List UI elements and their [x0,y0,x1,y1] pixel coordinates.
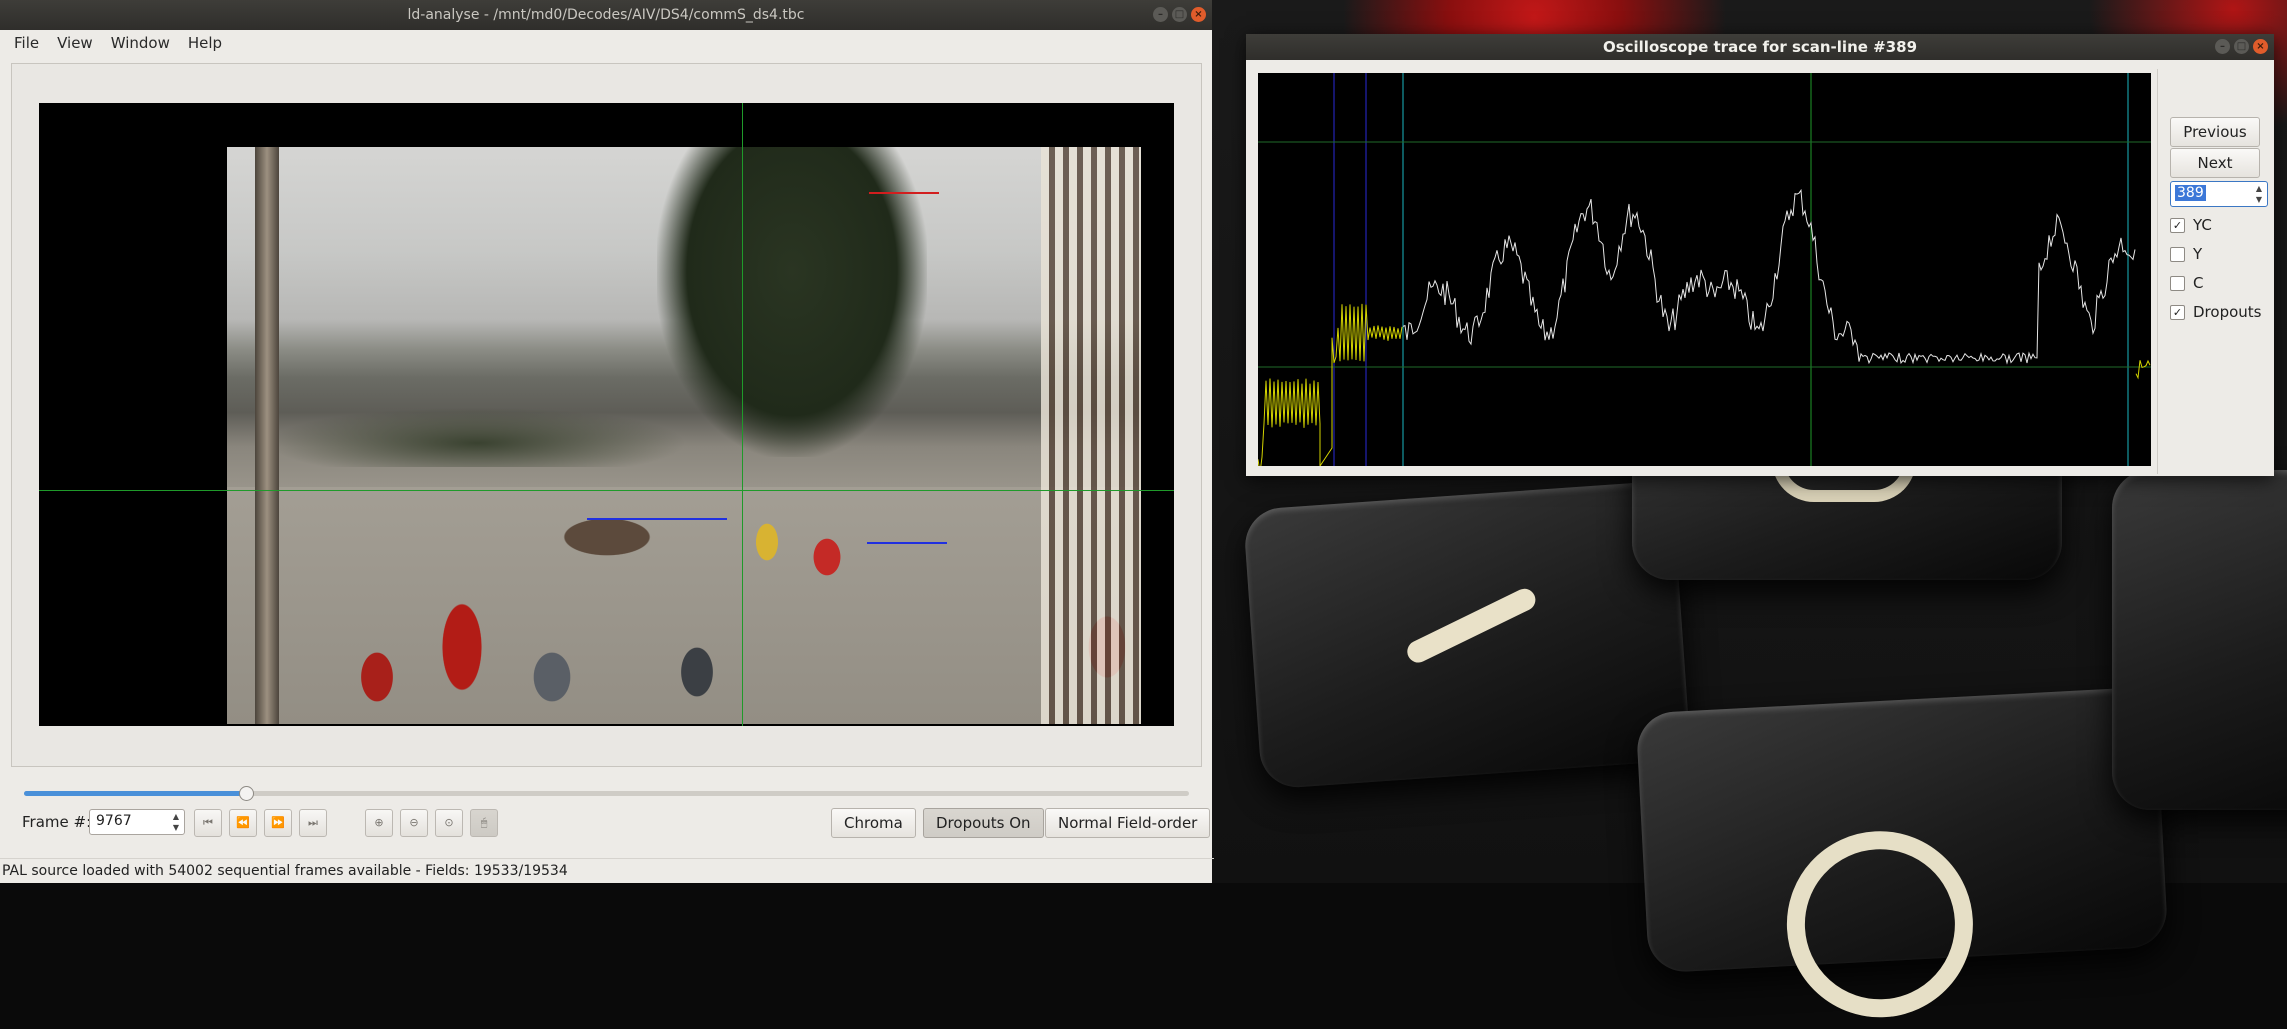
checkbox-y-label: Y [2193,245,2203,263]
menu-window[interactable]: Window [103,32,178,54]
checkbox-yc-box[interactable]: ✓ [2170,217,2185,233]
zoom-original-icon: ⊙ [444,816,454,829]
status-bar: PAL source loaded with 54002 sequential … [0,858,1214,884]
oscilloscope-trace-view[interactable] [1257,73,2151,474]
keyboard-key-zero [1635,686,2169,1023]
scan-line-up-icon[interactable]: ▲ [2253,183,2265,194]
trace-luma [1402,188,2136,365]
next-line-button[interactable]: Next [2170,148,2260,178]
menubar: File View Window Help [0,30,1212,56]
children-group [227,447,1141,724]
frame-number-spinbox[interactable]: 9767 ▲ ▼ [89,809,185,835]
scope-window-title: Oscilloscope trace for scan-line #389 [1602,38,1918,56]
scope-window-controls: – □ × [2215,39,2268,54]
oscilloscope-window: Oscilloscope trace for scan-line #389 – … [1246,34,2274,476]
zoom-original-button[interactable]: ⊙ [435,809,463,837]
chroma-button[interactable]: Chroma [831,808,916,838]
spin-up-icon[interactable]: ▲ [170,811,182,822]
checkbox-c[interactable]: C [2170,272,2203,294]
mouse-icon: 🖱 [480,816,488,829]
main-window-title: ld-analyse - /mnt/md0/Decodes/AIV/DS4/co… [407,7,805,23]
maximize-button[interactable]: □ [1172,7,1187,22]
dropout-marker-blue-2 [867,542,947,544]
scan-line-spinbox[interactable]: 389 ▲ ▼ [2170,181,2268,207]
oscilloscope-trace [1257,73,2151,474]
checkbox-c-box[interactable] [2170,275,2185,291]
trace-sync-burst [1257,303,1403,474]
minimize-button[interactable]: – [1153,7,1168,22]
school-building [1041,147,1141,724]
main-window: ld-analyse - /mnt/md0/Decodes/AIV/DS4/co… [0,0,1214,884]
scope-close-button[interactable]: × [2253,39,2268,54]
scanline-crosshair-vertical [742,103,743,726]
checkbox-c-label: C [2193,274,2204,292]
menu-help[interactable]: Help [180,32,230,54]
checkbox-dropouts-label: Dropouts [2193,303,2262,321]
dropouts-button[interactable]: Dropouts On [923,808,1044,838]
zoom-in-icon: ⊕ [374,816,384,829]
main-window-controls: – □ × [1153,7,1206,22]
foreground-pole [255,147,279,724]
zoom-in-button[interactable]: ⊕ [365,809,393,837]
zoom-out-button[interactable]: ⊖ [400,809,428,837]
checkbox-y-box[interactable] [2170,246,2185,262]
scanline-crosshair-horizontal [39,490,1174,491]
first-frame-button[interactable]: ⏮ [194,809,222,837]
main-titlebar[interactable]: ld-analyse - /mnt/md0/Decodes/AIV/DS4/co… [0,0,1212,30]
mouse-mode-button[interactable]: 🖱 [470,809,498,837]
video-frame-image [227,147,1141,724]
keyboard-key-right [2112,470,2287,810]
rewind-icon: ⏪ [236,816,250,829]
scan-line-spin-arrows[interactable]: ▲ ▼ [2253,183,2265,205]
checkbox-dropouts[interactable]: ✓ Dropouts [2170,301,2261,323]
spin-arrows[interactable]: ▲ ▼ [170,811,182,833]
checkbox-yc[interactable]: ✓ YC [2170,214,2212,236]
trace-group [1257,188,2151,474]
scope-maximize-button[interactable]: □ [2234,39,2249,54]
previous-line-button[interactable]: Previous [2170,117,2260,147]
scope-minimize-button[interactable]: – [2215,39,2230,54]
skip-end-icon: ⏭ [308,816,318,829]
scan-line-down-icon[interactable]: ▼ [2253,194,2265,205]
frame-number-label: Frame #: [22,813,92,831]
key-glyph-one [1403,585,1540,667]
skip-start-icon: ⏮ [203,816,213,829]
trace-sync-end [2135,359,2151,380]
fast-forward-icon: ⏩ [271,816,285,829]
scan-line-value[interactable]: 389 [2175,185,2206,201]
dropout-marker-red [869,192,939,194]
frame-number-value[interactable]: 9767 [96,813,132,829]
menu-file[interactable]: File [6,32,47,54]
frame-slider[interactable] [24,786,1189,801]
checkbox-y[interactable]: Y [2170,243,2202,265]
frame-slider-handle[interactable] [239,786,255,801]
previous-frame-button[interactable]: ⏪ [229,809,257,837]
frame-slider-fill [24,791,246,796]
zoom-out-icon: ⊖ [409,816,419,829]
checkbox-yc-label: YC [2193,216,2212,234]
key-glyph-zero [1782,826,1978,1023]
next-frame-button[interactable]: ⏩ [264,809,292,837]
spin-down-icon[interactable]: ▼ [170,822,182,833]
controls-row: Frame #: 9767 ▲ ▼ ⏮ ⏪ ⏩ ⏭ ⊕ ⊖ ⊙ 🖱 Chroma… [22,807,1211,838]
keyboard-key-one [1242,480,1692,790]
close-button[interactable]: × [1191,7,1206,22]
menu-view[interactable]: View [49,32,101,54]
field-order-button[interactable]: Normal Field-order [1045,808,1211,838]
dropout-marker-blue-1 [587,518,727,520]
last-frame-button[interactable]: ⏭ [299,809,327,837]
scope-titlebar[interactable]: Oscilloscope trace for scan-line #389 – … [1246,34,2274,60]
video-frame-view[interactable] [39,103,1174,726]
scope-control-panel: Previous Next 389 ▲ ▼ ✓ YC Y C ✓ Dropout… [2157,69,2275,474]
checkbox-dropouts-box[interactable]: ✓ [2170,304,2185,320]
